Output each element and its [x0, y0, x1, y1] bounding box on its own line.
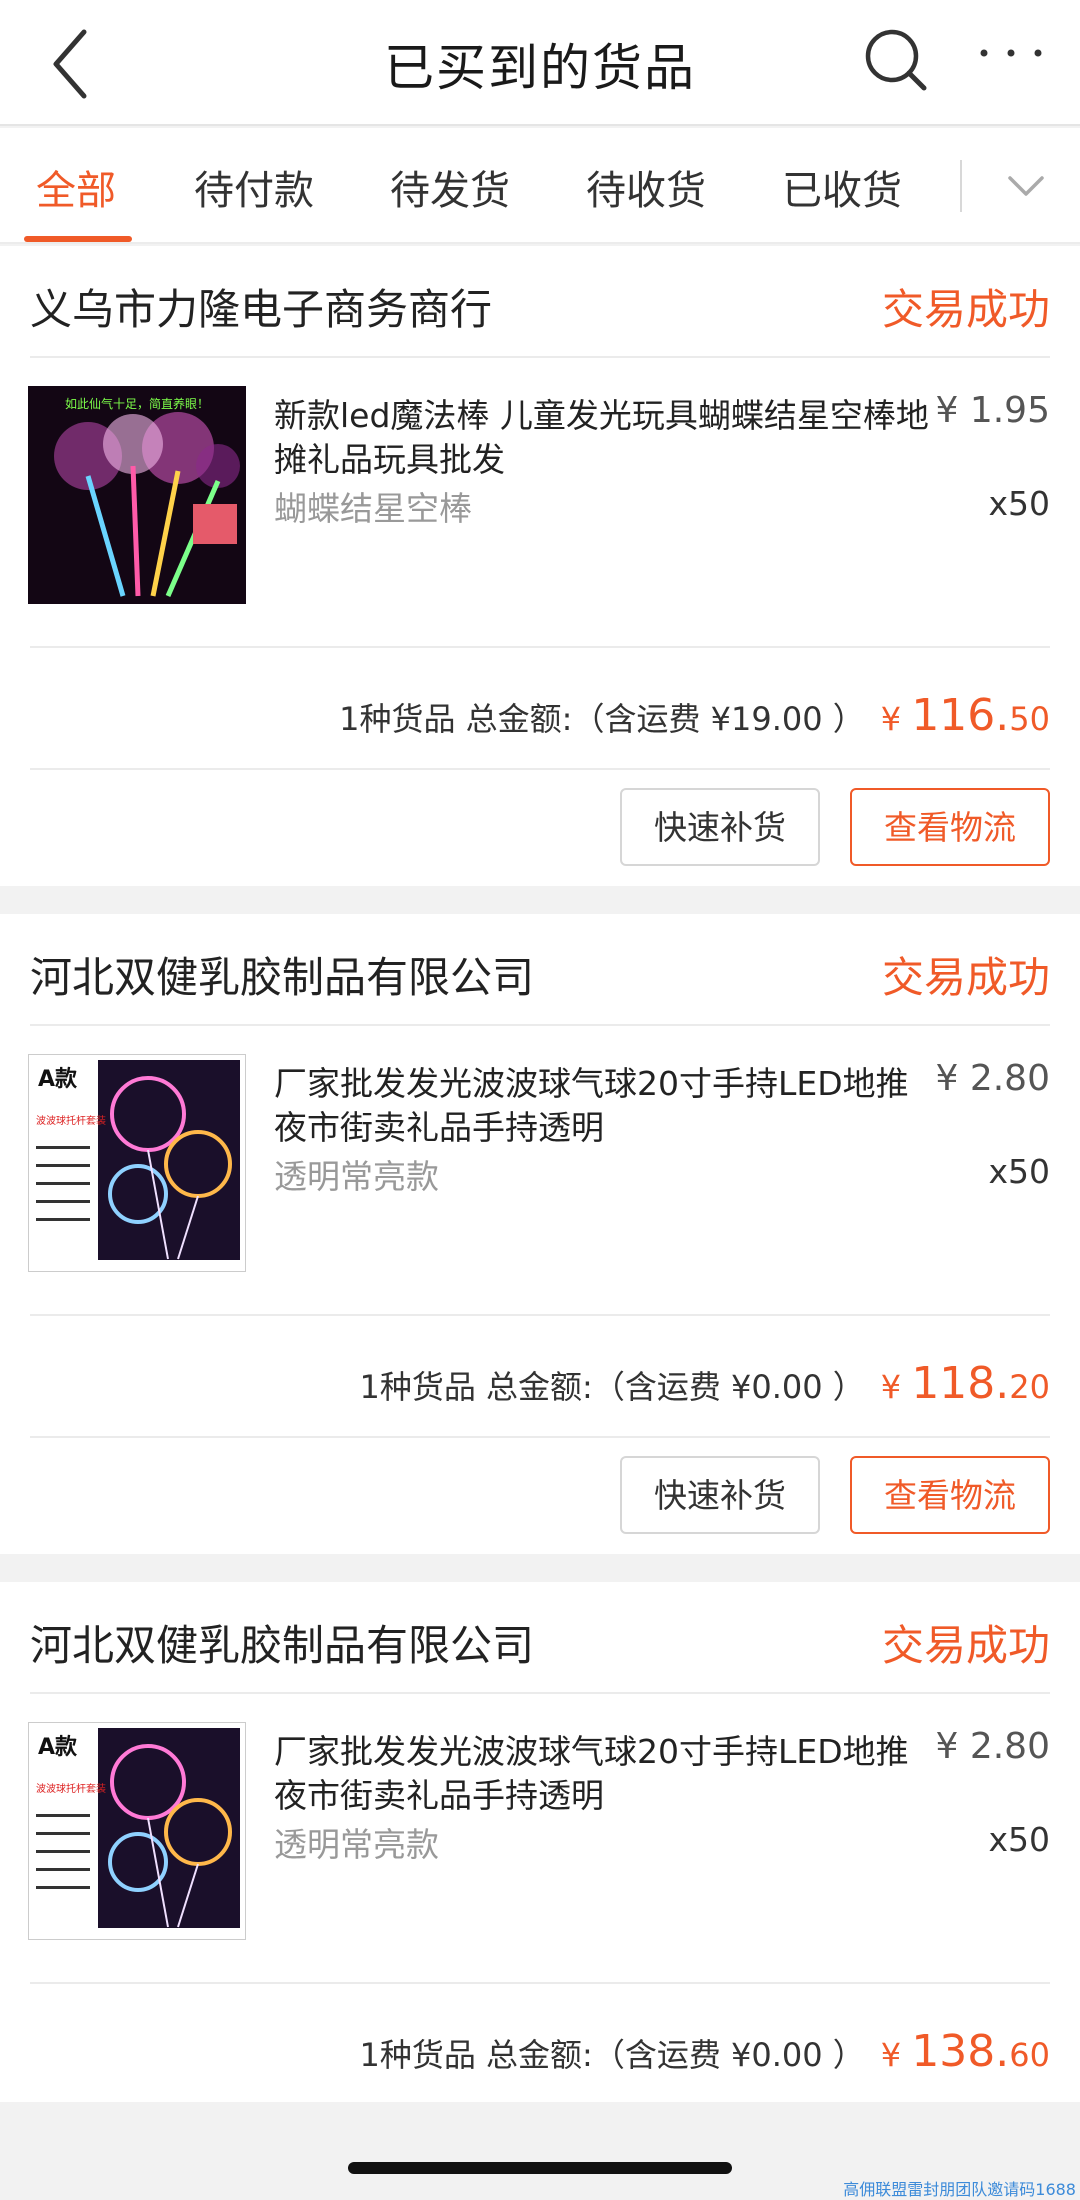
total-integer: 118. [911, 1358, 1010, 1409]
product-spec: 透明常亮款 [274, 1825, 439, 1864]
product-price: ¥ 2.80 [935, 1726, 1050, 1767]
watermark-text: 高佣联盟雷封朋团队邀请码1688 [843, 2180, 1076, 2199]
order-total: ¥ 118.20 [880, 1358, 1050, 1409]
product-quantity: x50 [988, 484, 1050, 523]
tab-pending-receipt[interactable]: 待收货 [586, 158, 706, 216]
thumbnail-sublabel: 波波球托杆套装 [36, 1782, 106, 1795]
tab-pending-payment[interactable]: 待付款 [194, 158, 314, 216]
divider [30, 646, 1050, 648]
header-bar: 已买到的货品 [0, 0, 1080, 126]
view-logistics-button[interactable]: 查看物流 [850, 1456, 1050, 1534]
order-status: 交易成功 [881, 1621, 1050, 1670]
product-price: ¥ 2.80 [935, 1058, 1050, 1099]
order-summary: 1种货品 总金额:（含运费 ¥19.00 ） ¥ 116.50 [339, 690, 1050, 741]
summary-text: 1种货品 总金额:（含运费 ¥0.00 ） [359, 1368, 865, 1406]
order-card: 义乌市力隆电子商务商行 交易成功 如此仙气十足，简直养眼！ 新款led魔法棒 儿… [0, 246, 1080, 886]
product-quantity: x50 [988, 1152, 1050, 1191]
shop-name[interactable]: 义乌市力隆电子商务商行 [30, 276, 492, 337]
total-decimal: 50 [1009, 700, 1050, 738]
total-integer: 138. [911, 2026, 1010, 2077]
product-spec: 透明常亮款 [274, 1157, 439, 1196]
product-title[interactable]: 厂家批发发光波波球气球20寸手持LED地推夜市街卖礼品手持透明 [274, 1062, 934, 1150]
divider [30, 1692, 1050, 1694]
total-integer: 116. [911, 690, 1010, 741]
order-filter-tabs: 全部 待付款 待发货 待收货 已收货 [0, 128, 1080, 244]
search-icon[interactable] [862, 26, 930, 94]
shop-name[interactable]: 河北双健乳胶制品有限公司 [30, 1612, 534, 1673]
currency-symbol: ¥ [880, 2036, 902, 2074]
product-thumbnail[interactable]: A款 波波球托杆套装 [28, 1722, 246, 1940]
order-status: 交易成功 [881, 953, 1050, 1002]
total-decimal: 20 [1009, 1368, 1050, 1406]
tab-all[interactable]: 全部 [36, 158, 116, 216]
summary-text: 1种货品 总金额:（含运费 ¥19.00 ） [339, 700, 865, 738]
order-summary: 1种货品 总金额:（含运费 ¥0.00 ） ¥ 118.20 [360, 1358, 1051, 1409]
divider [30, 1314, 1050, 1316]
product-spec: 蝴蝶结星空棒 [274, 489, 472, 528]
currency-symbol: ¥ [880, 1368, 902, 1406]
product-title[interactable]: 新款led魔法棒 儿童发光玩具蝴蝶结星空棒地摊礼品玩具批发 [274, 394, 934, 482]
order-total: ¥ 116.50 [880, 690, 1050, 741]
tab-received[interactable]: 已收货 [782, 158, 902, 216]
product-title[interactable]: 厂家批发发光波波球气球20寸手持LED地推夜市街卖礼品手持透明 [274, 1730, 934, 1818]
summary-text: 1种货品 总金额:（含运费 ¥0.00 ） [359, 2036, 865, 2074]
thumbnail-sublabel: 波波球托杆套装 [36, 1114, 106, 1127]
divider [30, 768, 1050, 770]
product-thumbnail[interactable]: 如此仙气十足，简直养眼！ [28, 386, 246, 604]
divider [30, 1436, 1050, 1438]
quick-reorder-button[interactable]: 快速补货 [620, 788, 820, 866]
currency-symbol: ¥ [880, 700, 902, 738]
divider [30, 1024, 1050, 1026]
ellipsis-icon [980, 49, 1042, 57]
thumbnail-label: A款 [38, 1066, 78, 1092]
active-tab-indicator [24, 236, 132, 242]
product-quantity: x50 [988, 1820, 1050, 1859]
order-card: 河北双健乳胶制品有限公司 交易成功 A款 波波球托杆套装 厂家批发发光波波球气球… [0, 914, 1080, 1554]
order-total: ¥ 138.60 [880, 2026, 1050, 2077]
tab-pending-shipment[interactable]: 待发货 [390, 158, 510, 216]
shop-name[interactable]: 河北双健乳胶制品有限公司 [30, 944, 534, 1005]
total-decimal: 60 [1009, 2036, 1050, 2074]
divider [30, 356, 1050, 358]
tab-divider [960, 160, 962, 212]
thumbnail-caption: 如此仙气十足，简直养眼！ [65, 396, 209, 411]
more-options-icon[interactable] [976, 40, 1046, 80]
home-indicator[interactable] [348, 2162, 732, 2174]
product-thumbnail[interactable]: A款 波波球托杆套装 [28, 1054, 246, 1272]
order-summary: 1种货品 总金额:（含运费 ¥0.00 ） ¥ 138.60 [360, 2026, 1051, 2077]
divider [30, 1982, 1050, 1984]
thumbnail-label: A款 [38, 1734, 78, 1760]
product-price: ¥ 1.95 [935, 390, 1050, 431]
view-logistics-button[interactable]: 查看物流 [850, 788, 1050, 866]
order-status: 交易成功 [881, 285, 1050, 334]
quick-reorder-button[interactable]: 快速补货 [620, 1456, 820, 1534]
order-card: 河北双健乳胶制品有限公司 交易成功 A款 波波球托杆套装 厂家批发发光波波球气球… [0, 1582, 1080, 2102]
chevron-down-icon[interactable] [1004, 166, 1048, 206]
